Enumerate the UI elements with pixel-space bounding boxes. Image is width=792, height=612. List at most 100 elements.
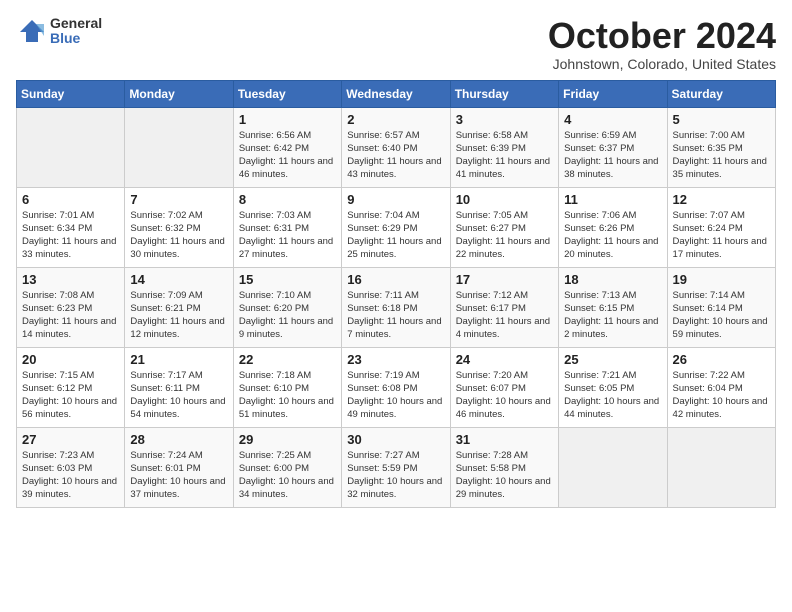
day-number: 29 <box>239 432 336 447</box>
day-info: Sunrise: 7:09 AM Sunset: 6:21 PM Dayligh… <box>130 289 227 342</box>
sunrise-label: Sunrise: 7:06 AM <box>564 210 636 221</box>
calendar-cell: 7 Sunrise: 7:02 AM Sunset: 6:32 PM Dayli… <box>125 187 233 267</box>
sunrise-label: Sunrise: 7:00 AM <box>673 130 745 141</box>
calendar-cell: 30 Sunrise: 7:27 AM Sunset: 5:59 PM Dayl… <box>342 427 450 507</box>
daylight-label: Daylight: 10 hours and 42 minutes. <box>673 396 768 420</box>
day-number: 27 <box>22 432 119 447</box>
day-number: 10 <box>456 192 553 207</box>
sunset-label: Sunset: 5:59 PM <box>347 463 417 474</box>
calendar-cell: 5 Sunrise: 7:00 AM Sunset: 6:35 PM Dayli… <box>667 107 775 187</box>
day-number: 14 <box>130 272 227 287</box>
day-number: 16 <box>347 272 444 287</box>
daylight-label: Daylight: 11 hours and 43 minutes. <box>347 156 441 180</box>
calendar-location: Johnstown, Colorado, United States <box>548 56 776 72</box>
sunset-label: Sunset: 6:24 PM <box>673 223 743 234</box>
sunrise-label: Sunrise: 7:07 AM <box>673 210 745 221</box>
day-info: Sunrise: 7:03 AM Sunset: 6:31 PM Dayligh… <box>239 209 336 262</box>
day-number: 21 <box>130 352 227 367</box>
day-number: 12 <box>673 192 770 207</box>
sunset-label: Sunset: 5:58 PM <box>456 463 526 474</box>
daylight-label: Daylight: 11 hours and 22 minutes. <box>456 236 550 260</box>
calendar-cell: 4 Sunrise: 6:59 AM Sunset: 6:37 PM Dayli… <box>559 107 667 187</box>
calendar-cell: 16 Sunrise: 7:11 AM Sunset: 6:18 PM Dayl… <box>342 267 450 347</box>
day-number: 25 <box>564 352 661 367</box>
sunset-label: Sunset: 6:17 PM <box>456 303 526 314</box>
sunrise-label: Sunrise: 7:01 AM <box>22 210 94 221</box>
day-number: 18 <box>564 272 661 287</box>
day-info: Sunrise: 7:22 AM Sunset: 6:04 PM Dayligh… <box>673 369 770 422</box>
calendar-cell: 10 Sunrise: 7:05 AM Sunset: 6:27 PM Dayl… <box>450 187 558 267</box>
day-number: 1 <box>239 112 336 127</box>
calendar-cell: 2 Sunrise: 6:57 AM Sunset: 6:40 PM Dayli… <box>342 107 450 187</box>
sunrise-label: Sunrise: 7:19 AM <box>347 370 419 381</box>
sunrise-label: Sunrise: 7:17 AM <box>130 370 202 381</box>
day-info: Sunrise: 7:20 AM Sunset: 6:07 PM Dayligh… <box>456 369 553 422</box>
calendar-cell <box>125 107 233 187</box>
logo-blue-label: Blue <box>50 31 102 46</box>
sunrise-label: Sunrise: 7:22 AM <box>673 370 745 381</box>
day-info: Sunrise: 7:15 AM Sunset: 6:12 PM Dayligh… <box>22 369 119 422</box>
calendar-week-row: 1 Sunrise: 6:56 AM Sunset: 6:42 PM Dayli… <box>17 107 776 187</box>
page-header: General Blue October 2024 Johnstown, Col… <box>16 16 776 72</box>
weekday-header-sunday: Sunday <box>17 80 125 107</box>
day-number: 19 <box>673 272 770 287</box>
calendar-cell: 17 Sunrise: 7:12 AM Sunset: 6:17 PM Dayl… <box>450 267 558 347</box>
day-info: Sunrise: 7:11 AM Sunset: 6:18 PM Dayligh… <box>347 289 444 342</box>
day-number: 20 <box>22 352 119 367</box>
weekday-header-wednesday: Wednesday <box>342 80 450 107</box>
daylight-label: Daylight: 11 hours and 2 minutes. <box>564 316 658 340</box>
calendar-cell <box>17 107 125 187</box>
sunset-label: Sunset: 6:15 PM <box>564 303 634 314</box>
day-number: 23 <box>347 352 444 367</box>
sunrise-label: Sunrise: 6:59 AM <box>564 130 636 141</box>
daylight-label: Daylight: 11 hours and 35 minutes. <box>673 156 767 180</box>
day-number: 28 <box>130 432 227 447</box>
daylight-label: Daylight: 10 hours and 51 minutes. <box>239 396 334 420</box>
daylight-label: Daylight: 11 hours and 20 minutes. <box>564 236 658 260</box>
calendar-cell: 8 Sunrise: 7:03 AM Sunset: 6:31 PM Dayli… <box>233 187 341 267</box>
daylight-label: Daylight: 11 hours and 41 minutes. <box>456 156 550 180</box>
sunset-label: Sunset: 6:29 PM <box>347 223 417 234</box>
daylight-label: Daylight: 10 hours and 44 minutes. <box>564 396 659 420</box>
weekday-header-tuesday: Tuesday <box>233 80 341 107</box>
day-number: 7 <box>130 192 227 207</box>
daylight-label: Daylight: 11 hours and 25 minutes. <box>347 236 441 260</box>
daylight-label: Daylight: 11 hours and 4 minutes. <box>456 316 550 340</box>
sunset-label: Sunset: 6:12 PM <box>22 383 92 394</box>
calendar-cell: 31 Sunrise: 7:28 AM Sunset: 5:58 PM Dayl… <box>450 427 558 507</box>
sunrise-label: Sunrise: 7:27 AM <box>347 450 419 461</box>
day-info: Sunrise: 7:25 AM Sunset: 6:00 PM Dayligh… <box>239 449 336 502</box>
sunset-label: Sunset: 6:32 PM <box>130 223 200 234</box>
daylight-label: Daylight: 11 hours and 17 minutes. <box>673 236 767 260</box>
sunset-label: Sunset: 6:00 PM <box>239 463 309 474</box>
day-info: Sunrise: 7:18 AM Sunset: 6:10 PM Dayligh… <box>239 369 336 422</box>
day-info: Sunrise: 7:14 AM Sunset: 6:14 PM Dayligh… <box>673 289 770 342</box>
day-number: 17 <box>456 272 553 287</box>
sunset-label: Sunset: 6:11 PM <box>130 383 200 394</box>
weekday-header-thursday: Thursday <box>450 80 558 107</box>
daylight-label: Daylight: 10 hours and 37 minutes. <box>130 476 225 500</box>
day-number: 4 <box>564 112 661 127</box>
day-number: 2 <box>347 112 444 127</box>
calendar-title: October 2024 <box>548 16 776 56</box>
sunrise-label: Sunrise: 7:05 AM <box>456 210 528 221</box>
sunset-label: Sunset: 6:37 PM <box>564 143 634 154</box>
calendar-cell <box>559 427 667 507</box>
daylight-label: Daylight: 10 hours and 39 minutes. <box>22 476 117 500</box>
daylight-label: Daylight: 11 hours and 33 minutes. <box>22 236 116 260</box>
day-info: Sunrise: 7:00 AM Sunset: 6:35 PM Dayligh… <box>673 129 770 182</box>
sunrise-label: Sunrise: 7:23 AM <box>22 450 94 461</box>
sunrise-label: Sunrise: 7:25 AM <box>239 450 311 461</box>
daylight-label: Daylight: 11 hours and 12 minutes. <box>130 316 224 340</box>
sunset-label: Sunset: 6:23 PM <box>22 303 92 314</box>
day-number: 5 <box>673 112 770 127</box>
day-number: 9 <box>347 192 444 207</box>
day-info: Sunrise: 7:10 AM Sunset: 6:20 PM Dayligh… <box>239 289 336 342</box>
day-number: 30 <box>347 432 444 447</box>
sunset-label: Sunset: 6:21 PM <box>130 303 200 314</box>
calendar-cell: 21 Sunrise: 7:17 AM Sunset: 6:11 PM Dayl… <box>125 347 233 427</box>
sunset-label: Sunset: 6:20 PM <box>239 303 309 314</box>
calendar-cell: 23 Sunrise: 7:19 AM Sunset: 6:08 PM Dayl… <box>342 347 450 427</box>
day-info: Sunrise: 7:01 AM Sunset: 6:34 PM Dayligh… <box>22 209 119 262</box>
calendar-cell: 12 Sunrise: 7:07 AM Sunset: 6:24 PM Dayl… <box>667 187 775 267</box>
